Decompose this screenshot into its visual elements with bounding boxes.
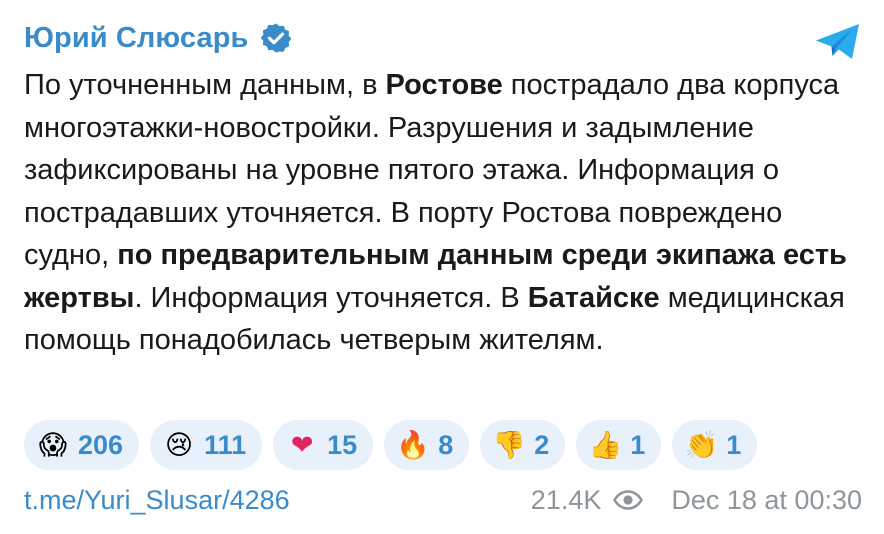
post-text: По уточненным данным, в Ростове пострада… xyxy=(24,64,854,362)
reaction-count: 206 xyxy=(78,429,124,460)
reaction-count: 2 xyxy=(534,429,550,460)
post-meta: 21.4K Dec 18 at 00:30 xyxy=(531,485,862,516)
heart-icon: ❤ xyxy=(290,429,314,461)
reaction-count: 111 xyxy=(204,429,247,460)
reaction-screaming-face-button[interactable]: 😱 206 xyxy=(24,420,140,470)
reaction-heart-button[interactable]: ❤ 15 xyxy=(273,420,374,470)
post-header: Юрий Слюсарь xyxy=(24,18,292,58)
reactions-bar: 😱 206 😢 111 ❤ 15 🔥 8 👎 2 👍 1 👏 1 xyxy=(24,420,758,470)
verified-badge-icon xyxy=(261,23,292,53)
thumbs-up-icon: 👍 xyxy=(588,429,623,461)
post-text-bold-segment: Батайске xyxy=(527,281,660,314)
reaction-clapping-hands-button[interactable]: 👏 1 xyxy=(672,420,758,470)
telegram-post-card: Юрий Слюсарь По уточненным данным, в Рос… xyxy=(0,0,884,534)
screaming-face-icon: 😱 xyxy=(38,429,68,461)
reaction-fire-button[interactable]: 🔥 8 xyxy=(384,420,470,470)
thumbs-down-icon: 👎 xyxy=(492,429,527,461)
post-text-segment: . Информация уточняется. В xyxy=(134,281,528,314)
fire-icon: 🔥 xyxy=(396,429,430,461)
reaction-count: 8 xyxy=(438,429,454,460)
reaction-crying-face-button[interactable]: 😢 111 xyxy=(150,420,263,470)
crying-face-icon: 😢 xyxy=(164,429,194,461)
reaction-thumbs-down-button[interactable]: 👎 2 xyxy=(480,420,566,470)
reaction-count: 1 xyxy=(630,429,646,460)
post-date: Dec 18 at 00:30 xyxy=(671,484,862,515)
reaction-count: 1 xyxy=(726,429,742,460)
post-text-segment: По уточненным данным, в xyxy=(24,69,386,101)
reaction-count: 15 xyxy=(327,429,358,460)
post-link[interactable]: t.me/Yuri_Slusar/4286 xyxy=(24,485,290,516)
post-text-bold-segment: Ростове xyxy=(385,69,503,101)
eye-icon xyxy=(613,490,644,510)
reaction-thumbs-up-button[interactable]: 👍 1 xyxy=(576,420,662,470)
author-name[interactable]: Юрий Слюсарь xyxy=(24,22,248,55)
clapping-hands-icon: 👏 xyxy=(684,429,719,461)
telegram-logo-icon[interactable] xyxy=(814,22,862,62)
views-count: 21.4K xyxy=(530,484,602,515)
post-footer: t.me/Yuri_Slusar/4286 21.4K Dec 18 at 00… xyxy=(24,482,862,518)
